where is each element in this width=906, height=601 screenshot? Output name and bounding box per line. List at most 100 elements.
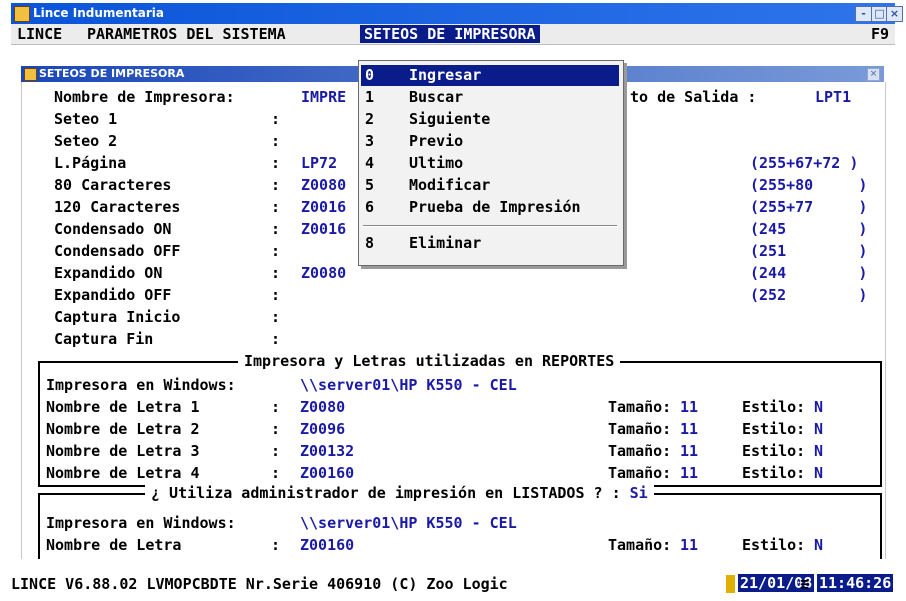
listados-title: ¿ Utiliza administrador de impresión en … [145, 484, 654, 502]
listados-answer[interactable]: Si [630, 484, 648, 502]
field-value[interactable]: Z0080 [301, 264, 346, 282]
letter-label: Nombre de Letra 1 [46, 398, 200, 416]
menu-bar: LINCE PARAMETROS DEL SISTEMA SETEOS DE I… [11, 24, 895, 45]
field-label: Captura Fin [54, 330, 154, 348]
menu-item-number: 6 [365, 198, 375, 216]
menu-item-number: 1 [365, 88, 375, 106]
listados-printer-label: Impresora en Windows: [46, 514, 236, 532]
listados-size-label: Tamaño: [608, 536, 672, 554]
letter-size-label: Tamaño: [608, 420, 672, 438]
letter-value[interactable]: Z0080 [300, 398, 345, 416]
letter-size-label: Tamaño: [608, 464, 672, 482]
field-code[interactable]: (255+67+72 ) [750, 154, 858, 172]
field-code[interactable]: (245 ) [750, 220, 867, 238]
menu-item-prueba-de-impresi-n[interactable]: 6 Prueba de Impresión [361, 197, 619, 218]
menu-item-label: Buscar [409, 88, 464, 106]
letter-value[interactable]: Z0096 [300, 420, 345, 438]
field-value[interactable]: Z0016 [301, 220, 346, 238]
field-label: Seteo 1 [54, 110, 118, 128]
listados-printer-value[interactable]: \\server01\HP K550 - CEL [300, 514, 517, 532]
field-label: Seteo 2 [54, 132, 118, 150]
close-button[interactable]: × [886, 6, 903, 22]
menu-item-number: 4 [365, 154, 375, 172]
field-label: 120 Caracteres [54, 198, 181, 216]
letter-style-value[interactable]: N [814, 398, 823, 416]
listados-size-value[interactable]: 11 [680, 536, 698, 554]
field-colon: : [271, 242, 281, 260]
status-text: LINCE V6.88.02 LVMOPCBDTE Nr.Serie 40691… [11, 575, 508, 593]
menu-parametros[interactable]: PARAMETROS DEL SISTEMA [87, 25, 286, 43]
letter-size-value[interactable]: 11 [680, 398, 698, 416]
letter-style-label: Estilo: [742, 464, 806, 482]
menu-item-number: 8 [365, 234, 375, 252]
menu-item-ingresar[interactable]: 0 Ingresar [361, 65, 619, 86]
menu-item-previo[interactable]: 3 Previo [361, 131, 619, 152]
window-title: Lince Indumentaria [33, 6, 165, 20]
letter-size-label: Tamaño: [608, 442, 672, 460]
listados-letter-value[interactable]: Z00160 [300, 536, 354, 554]
listados-style-value[interactable]: N [814, 536, 823, 554]
inner-window-icon [24, 68, 37, 81]
reportes-printer-value[interactable]: \\server01\HP K550 - CEL [300, 376, 517, 394]
letter-colon: : [271, 464, 281, 482]
menu-separator [363, 225, 617, 227]
field-colon: : [271, 330, 281, 348]
letter-colon: : [271, 420, 281, 438]
menu-item-ultimo[interactable]: 4 Ultimo [361, 153, 619, 174]
inner-close-button[interactable]: × [867, 68, 880, 81]
field-code[interactable]: (255+80 ) [750, 176, 867, 194]
field-colon: : [271, 264, 281, 282]
field-colon: : [271, 286, 281, 304]
menu-item-siguiente[interactable]: 2 Siguiente [361, 109, 619, 130]
letter-label: Nombre de Letra 2 [46, 420, 200, 438]
menu-item-eliminar[interactable]: 8 Eliminar [361, 233, 619, 254]
minimize-button[interactable]: - [855, 6, 872, 22]
menu-item-number: 0 [365, 66, 375, 84]
menu-item-label: Eliminar [409, 234, 482, 252]
field-code[interactable]: (244 ) [750, 264, 867, 282]
printer-name-value[interactable]: IMPRE [301, 88, 346, 106]
menu-seteos-impresora[interactable]: SETEOS DE IMPRESORA [360, 25, 540, 43]
field-code[interactable]: (255+77 ) [750, 198, 867, 216]
listados-question: ¿ Utiliza administrador de impresión en … [151, 484, 621, 502]
field-value[interactable]: Z0016 [301, 198, 346, 216]
menu-item-label: Prueba de Impresión [409, 198, 581, 216]
field-colon: : [271, 110, 281, 128]
letter-style-value[interactable]: N [814, 420, 823, 438]
printer-name-label: Nombre de Impresora: [54, 88, 235, 106]
field-colon: : [271, 308, 281, 326]
letter-value[interactable]: Z00132 [300, 442, 354, 460]
reportes-printer-label: Impresora en Windows: [46, 376, 236, 394]
field-colon: : [271, 154, 281, 172]
letter-style-label: Estilo: [742, 442, 806, 460]
window-title-bar: Lince Indumentaria - □ × [11, 3, 903, 24]
letter-label: Nombre de Letra 3 [46, 442, 200, 460]
menu-item-buscar[interactable]: 1 Buscar [361, 87, 619, 108]
field-label: Condensado OFF [54, 242, 181, 260]
reportes-title: Impresora y Letras utilizadas en REPORTE… [238, 352, 621, 370]
menu-item-modificar[interactable]: 5 Modificar [361, 175, 619, 196]
field-label: L.Página [54, 154, 127, 172]
letter-size-value[interactable]: 11 [680, 442, 698, 460]
field-colon: : [271, 176, 281, 194]
field-value[interactable]: Z0080 [301, 176, 346, 194]
letter-style-value[interactable]: N [814, 464, 823, 482]
letter-size-value[interactable]: 11 [680, 464, 698, 482]
field-code[interactable]: (252 ) [750, 286, 867, 304]
letter-value[interactable]: Z00160 [300, 464, 354, 482]
output-value[interactable]: LPT1 [815, 88, 851, 106]
menu-item-label: Previo [409, 132, 464, 150]
status-separator: ≡ [800, 575, 810, 593]
seteos-dropdown-menu: 0 Ingresar 1 Buscar 2 Siguiente 3 Previo 4 Ultimo… [358, 60, 624, 266]
output-label: to de Salida : [630, 88, 757, 106]
field-value[interactable]: LP72 [301, 154, 337, 172]
shortcut-f9[interactable]: F9 [871, 25, 889, 43]
letter-style-value[interactable]: N [814, 442, 823, 460]
letter-label: Nombre de Letra 4 [46, 464, 200, 482]
menu-item-label: Ultimo [409, 154, 464, 172]
menu-lince[interactable]: LINCE [17, 25, 62, 43]
listados-letter-colon: : [271, 536, 281, 554]
field-code[interactable]: (251 ) [750, 242, 867, 260]
letter-size-value[interactable]: 11 [680, 420, 698, 438]
field-colon: : [271, 132, 281, 150]
